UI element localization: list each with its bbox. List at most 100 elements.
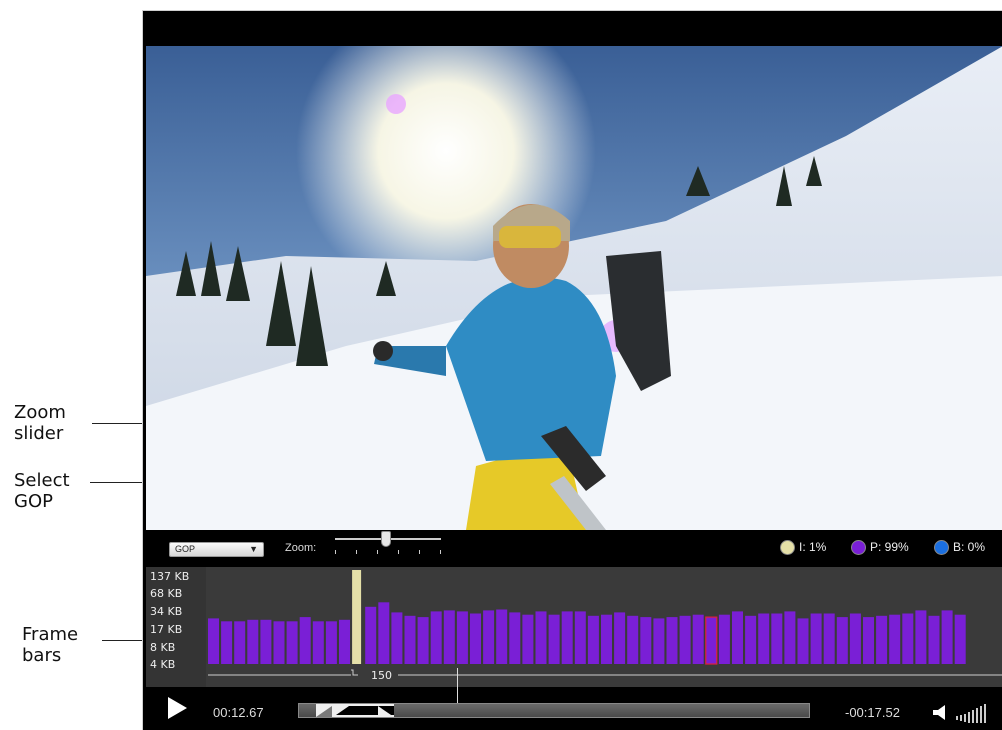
zoom-slider[interactable] [143, 530, 463, 567]
p-frame-bar[interactable] [823, 613, 835, 665]
legend-i-label: I: 1% [799, 540, 827, 554]
p-frame-bar[interactable] [325, 621, 337, 664]
p-frame-bar[interactable] [758, 613, 770, 665]
p-frame-bar[interactable] [522, 614, 534, 664]
p-frame-bar[interactable] [483, 610, 495, 664]
p-frame-bar[interactable] [640, 617, 652, 664]
legend-p-dot [851, 540, 866, 556]
p-frame-bar[interactable] [391, 612, 403, 664]
p-frame-bar[interactable] [705, 616, 718, 665]
legend-p-frames: P: 99% [851, 540, 909, 558]
p-frame-bar[interactable] [339, 619, 350, 664]
p-frame-bar[interactable] [771, 613, 783, 665]
callout-line-1: Frame [22, 624, 79, 645]
gop-start-marker [351, 669, 358, 676]
p-frame-bar[interactable] [587, 615, 599, 664]
p-frame-bar[interactable] [456, 611, 468, 664]
volume-slider[interactable] [956, 703, 988, 723]
p-frame-bar[interactable] [247, 619, 259, 664]
p-frame-bar[interactable] [574, 611, 586, 664]
zoom-tick [398, 550, 399, 554]
video-frame-image [146, 46, 1002, 530]
zoom-slider-callout: Zoom slider [14, 402, 66, 444]
analysis-toolbar: GOP ▼ Zoom: I: 1% P: 99% B: 0% [143, 530, 1002, 567]
p-frame-bar[interactable] [443, 610, 455, 664]
p-frame-bar[interactable] [312, 621, 324, 664]
p-frame-bar[interactable] [601, 614, 612, 664]
p-frame-bar[interactable] [614, 612, 626, 664]
p-frame-bar[interactable] [286, 621, 298, 664]
p-frame-bar[interactable] [863, 617, 874, 664]
p-frame-bar[interactable] [784, 611, 796, 664]
p-frame-bar[interactable] [876, 615, 888, 664]
p-frame-bar[interactable] [221, 621, 233, 664]
legend-i-dot [780, 540, 795, 556]
video-player: GOP ▼ Zoom: I: 1% P: 99% B: 0% 137 KB 68… [142, 10, 1002, 730]
p-frame-bar[interactable] [941, 610, 953, 664]
callout-line-1: Select [14, 470, 70, 491]
p-frame-bar[interactable] [718, 614, 730, 664]
timeline-playhead[interactable] [457, 668, 458, 703]
i-frame-bar[interactable] [352, 570, 362, 664]
p-frame-bar[interactable] [915, 610, 927, 664]
play-button[interactable] [168, 697, 187, 719]
p-frame-bar[interactable] [234, 621, 246, 664]
legend-b-frames: B: 0% [934, 540, 985, 558]
p-frame-bar[interactable] [470, 613, 481, 665]
p-frame-bar[interactable] [509, 612, 521, 664]
select-gop-callout: Select GOP [14, 470, 70, 512]
callout-line-2: slider [14, 423, 64, 444]
p-frame-bar[interactable] [928, 615, 940, 664]
p-frame-bar[interactable] [810, 613, 822, 665]
p-frame-bar[interactable] [260, 619, 272, 664]
legend-i-frames: I: 1% [780, 540, 826, 558]
zoom-tick [356, 550, 357, 554]
p-frame-bar[interactable] [902, 613, 914, 665]
p-frame-bar[interactable] [954, 614, 966, 664]
p-frame-bar[interactable] [299, 617, 311, 664]
elapsed-time: 00:12.67 [213, 705, 264, 720]
p-frame-bar[interactable] [430, 611, 442, 664]
p-frame-bar[interactable] [496, 609, 508, 665]
video-frame[interactable] [146, 46, 1002, 530]
p-frame-bar[interactable] [417, 617, 429, 664]
p-frame-bar[interactable] [378, 602, 390, 664]
frame-size-graph[interactable]: 137 KB 68 KB 34 KB 17 KB 8 KB 4 KB 150 [146, 567, 1002, 687]
legend-b-label: B: 0% [953, 540, 986, 554]
p-frame-bar[interactable] [797, 618, 809, 664]
p-frame-bar[interactable] [836, 617, 848, 664]
timeline-zoom-window[interactable] [316, 704, 394, 717]
legend-b-dot [934, 540, 949, 556]
zoom-tick [440, 550, 441, 554]
transport-bar: 00:12.67 -00:17.52 [143, 687, 1002, 730]
p-frame-bar[interactable] [273, 621, 285, 664]
remaining-time: -00:17.52 [845, 705, 900, 720]
zoom-tick [377, 550, 378, 554]
p-frame-bar[interactable] [365, 606, 377, 664]
speaker-icon[interactable] [933, 705, 951, 720]
p-frame-bar[interactable] [849, 613, 861, 665]
legend-p-label: P: 99% [870, 540, 909, 554]
p-frame-bar[interactable] [535, 611, 547, 664]
p-frame-bar[interactable] [548, 614, 560, 664]
p-frame-bar[interactable] [666, 617, 678, 664]
timeline-scrubber[interactable] [298, 703, 810, 718]
p-frame-bar[interactable] [653, 618, 665, 664]
zoom-tick [419, 550, 420, 554]
p-frame-bar[interactable] [208, 618, 219, 664]
timeline-window-handles [316, 706, 394, 717]
p-frame-bar[interactable] [889, 614, 901, 664]
p-frame-bar[interactable] [561, 611, 573, 664]
p-frame-bar[interactable] [404, 615, 416, 664]
p-frame-bar[interactable] [732, 611, 743, 664]
frame-bars-plot: 150 [208, 570, 1002, 682]
p-frame-bar[interactable] [627, 615, 639, 664]
frame-bars-callout: Frame bars [22, 624, 78, 666]
p-frame-bar[interactable] [692, 614, 704, 664]
p-frame-bar[interactable] [745, 615, 757, 664]
zoom-slider-thumb[interactable] [381, 531, 391, 547]
p-frame-bar[interactable] [679, 615, 691, 664]
zoom-tick [335, 550, 336, 554]
gop-length-label: 150 [371, 669, 392, 682]
callout-line-1: Zoom [14, 402, 66, 423]
